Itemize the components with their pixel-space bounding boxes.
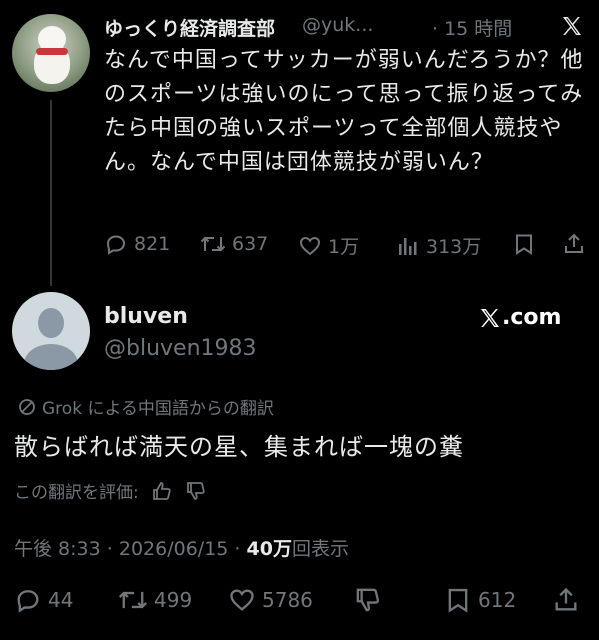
like-count: 5786 [262,588,313,612]
default-avatar-head [38,308,64,338]
bookmark-button[interactable] [512,232,536,256]
repost-icon [118,586,148,614]
translation-note[interactable]: Grok による中国語からの翻訳 [18,394,274,419]
rate-label: この翻訳を評価: [14,483,139,503]
author-name[interactable]: bluven [104,304,188,329]
repost-count: 637 [232,233,269,255]
reply-button[interactable]: 44 [14,586,73,614]
reply-icon [104,232,128,256]
repost-count: 499 [154,588,193,612]
avatar[interactable] [12,14,90,92]
reply-count: 821 [134,233,171,255]
post-text: 散らばれば満天の星、集まれば一塊の糞 [14,433,464,461]
avatar[interactable] [12,292,90,370]
like-button[interactable]: 5786 [228,586,313,614]
repost-icon [200,232,226,256]
views-count: 40万 [246,538,292,560]
repost-button[interactable]: 637 [200,232,268,256]
reply-count: 44 [48,588,74,612]
bookmark-count: 612 [478,588,517,612]
post-time[interactable]: · 15 時間 [432,14,512,41]
bookmark-icon [512,232,536,256]
translation-label: Grok による中国語からの翻訳 [42,399,274,419]
repost-button[interactable]: 499 [118,586,192,614]
views-suffix: 回表示 [291,538,349,560]
author-name[interactable]: ゆっくり経済調査部 [104,14,275,41]
snowman-scarf [36,48,68,55]
post-meta: 午後 8:33 · 2026/06/15 · 40万回表示 [14,534,349,561]
post-text: なんで中国ってサッカーが弱いんだろうか？他のスポーツは強いのにって思って振り返っ… [104,48,584,175]
views-button[interactable]: 313万 [396,232,481,259]
reply-button[interactable]: 821 [104,232,170,256]
heart-icon [228,586,256,614]
share-button[interactable] [552,586,580,614]
x-com-logo[interactable]: .com [478,305,561,330]
reply-icon [14,586,42,614]
bookmark-icon [444,586,472,614]
thumbs-down-icon [354,586,382,614]
default-avatar-shoulders [24,344,78,370]
share-icon [562,232,586,256]
time-separator: · [432,18,439,40]
post-time[interactable]: 午後 8:33 [14,538,101,560]
thread-connector [50,100,52,286]
share-icon [552,586,580,614]
like-button[interactable]: 1万 [298,232,359,259]
heart-icon [298,234,322,258]
share-button[interactable] [562,232,586,256]
meta-separator: · [106,538,113,560]
post-date[interactable]: 2026/06/15 [119,538,229,560]
thumbs-up-icon[interactable] [151,480,173,502]
x-logo-icon[interactable] [560,14,584,38]
meta-separator: · [234,538,241,560]
rate-translation: この翻訳を評価: [14,478,207,503]
like-count: 1万 [328,236,360,258]
grok-icon [18,398,36,416]
analytics-icon [396,234,420,258]
thumbs-down-icon[interactable] [185,480,207,502]
author-handle[interactable]: @yuk... [302,14,373,36]
bookmark-button[interactable]: 612 [444,586,516,614]
views-count: 313万 [426,236,482,258]
author-handle[interactable]: @bluven1983 [104,336,257,361]
x-com-label: .com [502,305,562,330]
downvote-button[interactable] [354,586,382,614]
x-logo-icon [478,306,502,330]
time-label: 15 時間 [444,18,513,40]
